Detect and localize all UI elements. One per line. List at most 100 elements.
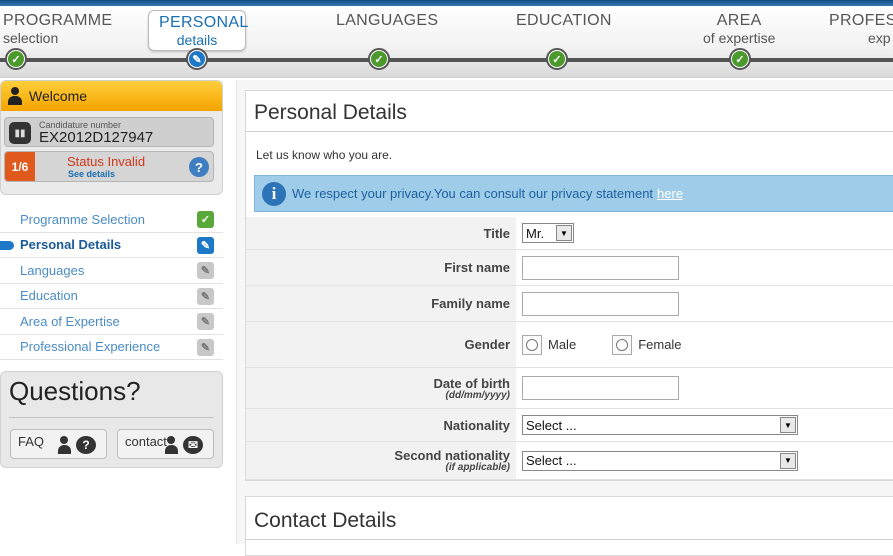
questions-title: Questions? <box>9 376 141 406</box>
pencil-disabled-icon: ✎ <box>197 338 214 356</box>
dropdown-arrow-icon: ▼ <box>780 417 796 433</box>
questions-panel: Questions? FAQ ? contact ✉ <box>0 371 223 468</box>
first-name-input[interactable] <box>522 255 679 280</box>
nav-item-area-of-expertise[interactable]: Area of Expertise ✎ <box>0 309 223 335</box>
field-label: Gender <box>246 322 516 367</box>
form-row-family-name: Family name <box>246 286 893 322</box>
date-of-birth-input[interactable] <box>522 376 679 400</box>
intro-text: Let us know who you are. <box>256 148 393 162</box>
step-area[interactable]: AREA of expertise <box>703 12 775 46</box>
second-nationality-select[interactable]: Select ... ▼ <box>522 450 798 471</box>
nav-label: Area of Expertise <box>20 313 120 329</box>
privacy-link[interactable]: here <box>657 186 683 201</box>
step-done-icon: ✓ <box>546 48 568 70</box>
id-badge-icon: ▮▮ <box>9 122 31 144</box>
field-label: First name <box>246 250 516 285</box>
form-row-gender: Gender Male Female <box>246 322 893 368</box>
step-subtitle: of expertise <box>703 30 776 46</box>
candidature-number: EX2012D127947 <box>39 129 154 146</box>
wizard-steps: PROGRAMME selection ✓ PERSONAL details ✎… <box>0 6 893 78</box>
dropdown-arrow-icon: ▼ <box>556 225 572 241</box>
privacy-text: We respect your privacy.You can consult … <box>292 186 654 201</box>
nav-label: Personal Details <box>20 237 122 253</box>
male-radio[interactable] <box>522 334 542 355</box>
nav-label: Programme Selection <box>20 211 145 227</box>
welcome-label: Welcome <box>29 88 88 104</box>
step-done-icon: ✓ <box>368 48 390 70</box>
see-details-link[interactable]: See details <box>68 169 115 179</box>
date-format-hint: (dd/mm/yyyy) <box>445 389 510 401</box>
form-row-nationality: Nationality Select ... ▼ <box>246 409 893 442</box>
section-title: Contact Details <box>254 509 397 532</box>
title-select[interactable]: Mr. ▼ <box>522 223 574 243</box>
step-personal[interactable]: PERSONAL details <box>148 10 249 51</box>
pencil-disabled-icon: ✎ <box>197 262 214 279</box>
steps-track <box>0 58 893 62</box>
faq-label: FAQ <box>18 434 45 449</box>
nationality-select[interactable]: Select ... ▼ <box>522 415 798 435</box>
step-subtitle: exp <box>868 30 891 46</box>
step-title: PROGRAMME <box>3 12 113 29</box>
male-label: Male <box>548 337 577 352</box>
female-label: Female <box>638 337 682 352</box>
select-value: Mr. <box>526 225 545 241</box>
section-title: Personal Details <box>254 101 407 124</box>
optional-hint: (if applicable) <box>445 462 510 473</box>
step-languages[interactable]: LANGUAGES <box>336 12 438 30</box>
contact-icon: ✉ <box>165 435 209 455</box>
step-subtitle: selection <box>3 30 59 46</box>
step-title: EDUCATION <box>516 12 612 29</box>
step-programme[interactable]: PROGRAMME selection <box>3 12 112 46</box>
form-row-second-nationality: Second nationality (if applicable) Selec… <box>246 442 893 480</box>
nav-item-professional-experience[interactable]: Professional Experience ✎ <box>0 335 223 360</box>
current-arrow-icon <box>0 240 14 250</box>
contact-details-panel: Contact Details <box>245 496 893 556</box>
personal-details-panel: Personal Details Let us know who you are… <box>245 90 893 481</box>
help-icon[interactable]: ? <box>189 157 209 177</box>
divider <box>246 131 893 132</box>
step-professional[interactable]: PROFESS exp <box>829 12 893 46</box>
nav-label: Languages <box>20 262 85 278</box>
select-value: Select ... <box>526 453 577 468</box>
nav-item-personal-details[interactable]: Personal Details ✎ <box>0 233 223 258</box>
step-edit-icon: ✎ <box>186 48 208 70</box>
divider <box>9 417 214 418</box>
privacy-notice: i We respect your privacy.You can consul… <box>254 175 893 212</box>
nav-item-education[interactable]: Education ✎ <box>0 284 223 309</box>
personal-form: Title Mr. ▼ First name Family name Gende… <box>246 217 893 480</box>
contact-button[interactable]: contact ✉ <box>117 429 214 459</box>
info-icon: i <box>262 181 286 206</box>
check-icon: ✓ <box>197 211 214 228</box>
pencil-disabled-icon: ✎ <box>197 313 214 330</box>
section-nav: Programme Selection ✓ Personal Details ✎… <box>0 207 223 360</box>
divider <box>246 539 893 540</box>
step-title: PROFESS <box>829 12 893 29</box>
faq-icon: ? <box>58 435 102 455</box>
welcome-panel: Welcome ▮▮ Candidature number EX2012D127… <box>0 80 223 195</box>
status-text: Status Invalid <box>67 154 146 169</box>
family-name-input[interactable] <box>522 291 679 316</box>
user-icon <box>7 87 23 105</box>
field-label: Nationality <box>246 409 516 441</box>
nav-label: Professional Experience <box>20 339 161 355</box>
nav-label: Education <box>20 288 78 304</box>
dropdown-arrow-icon: ▼ <box>780 452 796 469</box>
pencil-icon: ✎ <box>197 236 214 254</box>
status-box: 1/6 Status Invalid See details ? <box>4 151 214 182</box>
pencil-disabled-icon: ✎ <box>197 287 214 305</box>
nav-item-programme-selection[interactable]: Programme Selection ✓ <box>0 207 223 233</box>
step-education[interactable]: EDUCATION <box>516 12 612 30</box>
step-done-icon: ✓ <box>5 48 27 70</box>
step-title: PERSONAL <box>159 14 249 31</box>
welcome-header: Welcome <box>1 81 222 111</box>
nav-item-languages[interactable]: Languages ✎ <box>0 258 223 284</box>
contact-label: contact <box>125 434 167 449</box>
step-done-icon: ✓ <box>729 48 751 70</box>
female-radio[interactable] <box>612 334 633 355</box>
form-row-first-name: First name <box>246 250 893 286</box>
progress-badge: 1/6 <box>5 152 35 181</box>
candidature-box: ▮▮ Candidature number EX2012D127947 <box>4 117 214 147</box>
field-label: Second nationality (if applicable) <box>246 442 516 479</box>
faq-button[interactable]: FAQ ? <box>10 429 107 459</box>
field-label: Title <box>246 217 516 249</box>
